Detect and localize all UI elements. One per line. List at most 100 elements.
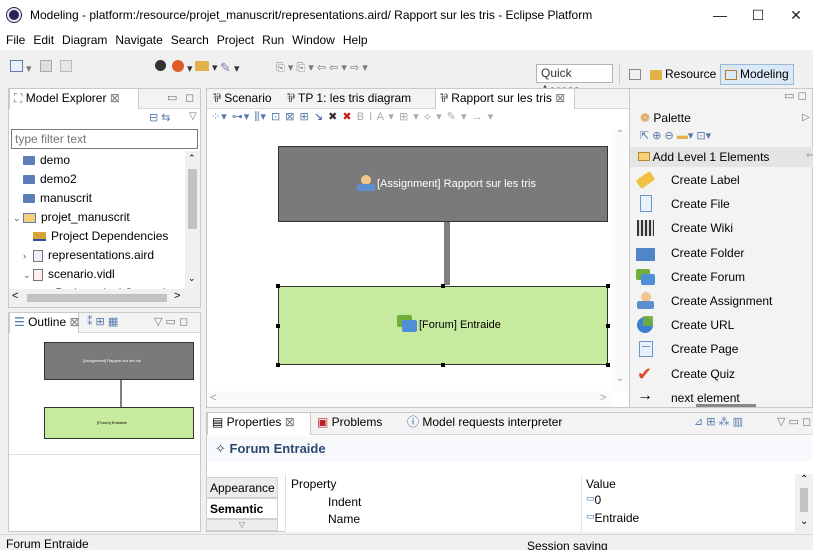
palette-group-header[interactable]: Add Level 1 Elements ⇐: [630, 147, 813, 167]
view-menu-icon[interactable]: ▽ ▭ ◻: [154, 315, 188, 328]
view-menu-icon[interactable]: ▽: [189, 111, 197, 122]
nav-history-icons[interactable]: ⎘ ▾ ⎘ ▾ ⇦ ⇦ ▾ ⇨ ▾: [276, 60, 368, 76]
collapse-all-icon[interactable]: ⊟ ⇆: [149, 111, 171, 124]
property-value-indent[interactable]: ▭0: [586, 493, 601, 507]
new-icon[interactable]: ▾: [10, 60, 32, 76]
tab-tp1-diagram[interactable]: ⅌ TP 1: les tris diagram: [283, 89, 433, 109]
tab-rapport-sur-les-tris[interactable]: ⅌ Rapport sur les tris ⊠: [435, 89, 575, 109]
menu-navigate[interactable]: Navigate: [115, 30, 162, 50]
tree-item[interactable]: demo2: [13, 170, 77, 189]
selection-handle[interactable]: [606, 284, 610, 288]
close-button[interactable]: ✕: [776, 4, 813, 26]
tab-problems[interactable]: ▣ Problems: [313, 413, 399, 435]
selection-handle[interactable]: [606, 363, 610, 367]
palette-item[interactable]: Create Wiki: [634, 216, 804, 240]
palette-toolbar[interactable]: ⇱ ⊕ ⊖ ▬▾ ⊡▾: [640, 129, 810, 145]
editor-hscrollbar[interactable]: < >: [207, 391, 612, 407]
menu-search[interactable]: Search: [171, 30, 209, 50]
menu-project[interactable]: Project: [217, 30, 254, 50]
collapse-chevron-icon[interactable]: ›: [23, 247, 33, 266]
tab-properties[interactable]: ▤ Properties ⊠: [207, 413, 311, 435]
tab-scenario[interactable]: ⅌ Scenario: [209, 89, 279, 109]
side-tabs-more-icon[interactable]: ▽: [206, 519, 278, 531]
minimize-view-icon[interactable]: ▭: [167, 91, 177, 104]
explorer-scrollbar[interactable]: ⌃ ⌄: [185, 151, 200, 289]
tab-outline[interactable]: ☰ Outline ⊠: [9, 313, 80, 333]
scroll-right-icon[interactable]: >: [174, 290, 180, 302]
filter-input[interactable]: [11, 129, 198, 149]
explorer-hscrollbar[interactable]: < >: [9, 289, 200, 307]
close-tab-icon[interactable]: ⊠: [281, 415, 295, 429]
property-name-name[interactable]: Name: [328, 512, 360, 526]
property-value-name[interactable]: ▭Entraide: [586, 511, 639, 525]
editor-vscrollbar[interactable]: ⌃ ⌄: [612, 129, 629, 391]
outline-assignment-node[interactable]: [Assignment] Rapport sur les tris: [44, 342, 194, 380]
property-name-indent[interactable]: Indent: [328, 495, 361, 509]
palette-collapse-icon[interactable]: ▷: [802, 112, 810, 123]
forum-node[interactable]: [Forum] Entraide: [278, 286, 608, 365]
scroll-down-icon[interactable]: ⌄: [616, 373, 624, 384]
properties-tools-icon[interactable]: ⊿ ⊞ ⁂ ▥: [694, 415, 743, 428]
palette-item[interactable]: Create URL: [634, 313, 804, 337]
brush-icon[interactable]: ✎ ▾: [220, 60, 239, 76]
maximize-view-icon[interactable]: ◻: [185, 91, 194, 104]
tab-semantic[interactable]: Semantic: [206, 498, 278, 519]
palette-item[interactable]: Create Forum: [634, 265, 804, 289]
debug-icon[interactable]: [155, 60, 166, 76]
scroll-up-icon[interactable]: ⌃: [800, 474, 808, 485]
tree-item[interactable]: › representations.aird: [23, 246, 154, 265]
save-all-icon[interactable]: [60, 60, 72, 76]
scroll-down-icon[interactable]: ⌄: [188, 273, 196, 284]
close-tab-icon[interactable]: ⊠: [66, 315, 79, 329]
menu-file[interactable]: File: [6, 30, 25, 50]
palette-item[interactable]: Create File: [634, 192, 804, 216]
assignment-node[interactable]: [Assignment] Rapport sur les tris: [278, 146, 608, 222]
save-icon[interactable]: [40, 60, 52, 76]
selection-handle[interactable]: [441, 284, 445, 288]
palette-item[interactable]: Create Folder: [634, 241, 804, 265]
selection-handle[interactable]: [276, 324, 280, 328]
open-folder-icon[interactable]: ▾: [195, 60, 218, 76]
diagram-toolbar[interactable]: ⁘▾ ⊶▾ ⫼▾ ⊡ ⊠ ⊞ ↘ ✖ ✖ B I A ▾ ⊞ ▾ ⟡ ▾ ✎ ▾…: [211, 110, 494, 124]
tree-item[interactable]: ⌄ projet_manuscrit: [13, 208, 130, 227]
minimize-view-icon[interactable]: ▭ ◻: [784, 89, 807, 102]
tree-item[interactable]: manuscrit: [13, 189, 92, 208]
tree-item[interactable]: ⌄ scenario.vidl: [23, 265, 115, 284]
tree-item[interactable]: Project Dependencies: [23, 227, 168, 246]
scroll-right-icon[interactable]: >: [600, 392, 606, 404]
scroll-down-icon[interactable]: ⌄: [800, 516, 808, 527]
palette-item[interactable]: Create Page: [634, 337, 804, 361]
selection-handle[interactable]: [441, 363, 445, 367]
view-menu-icon[interactable]: ▽ ▭ ◻: [777, 415, 811, 428]
palette-item[interactable]: → next element: [634, 386, 804, 410]
expand-chevron-icon[interactable]: ⌄: [23, 266, 33, 285]
scroll-left-icon[interactable]: <: [12, 290, 18, 302]
scroll-left-icon[interactable]: <: [210, 392, 216, 404]
palette-item[interactable]: Create Assignment: [634, 289, 804, 313]
quick-access-input[interactable]: Quick Access: [536, 64, 613, 97]
tab-model-requests-interpreter[interactable]: ⓘ Model requests interpreter: [403, 413, 578, 435]
menu-run[interactable]: Run: [262, 30, 284, 50]
outline-tools-icon[interactable]: ⁑ ⊞ ▦: [87, 315, 118, 328]
perspective-resource[interactable]: Resource: [645, 64, 721, 85]
assignment-forum-edge[interactable]: [444, 222, 450, 285]
menu-edit[interactable]: Edit: [33, 30, 54, 50]
scroll-up-icon[interactable]: ⌃: [616, 129, 624, 140]
selection-handle[interactable]: [276, 363, 280, 367]
outline-forum-node[interactable]: [Forum] Entraide: [44, 407, 194, 439]
close-tab-icon[interactable]: ⊠: [106, 91, 120, 105]
run-icon[interactable]: ▾: [172, 60, 193, 76]
menu-diagram[interactable]: Diagram: [62, 30, 107, 50]
tab-appearance[interactable]: Appearance: [206, 477, 278, 498]
tree-item[interactable]: demo: [13, 151, 70, 170]
selection-handle[interactable]: [276, 284, 280, 288]
menu-help[interactable]: Help: [343, 30, 368, 50]
menu-window[interactable]: Window: [292, 30, 335, 50]
pin-icon[interactable]: ⇐: [806, 150, 813, 161]
close-tab-icon[interactable]: ⊠: [552, 91, 565, 105]
open-perspective-button[interactable]: [624, 64, 646, 85]
expand-chevron-icon[interactable]: ⌄: [13, 209, 23, 228]
minimize-button[interactable]: —: [700, 4, 740, 26]
perspective-modeling[interactable]: Modeling: [720, 64, 794, 85]
tab-model-explorer[interactable]: ⛶ Model Explorer ⊠: [9, 89, 139, 109]
